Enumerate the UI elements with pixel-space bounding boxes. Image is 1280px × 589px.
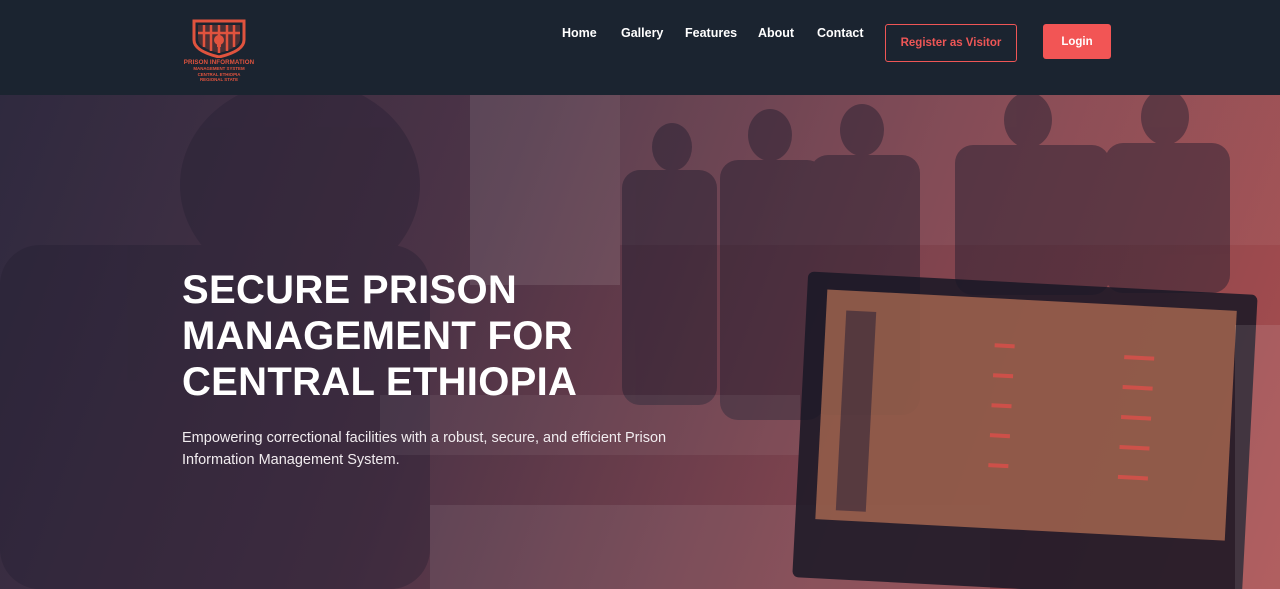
hero-title-line-2: MANAGEMENT FOR [182, 314, 573, 358]
login-button[interactable]: Login [1043, 24, 1111, 59]
hero-title-line-1: SECURE PRISON [182, 268, 518, 312]
nav-about-link[interactable]: About [758, 26, 794, 40]
prison-gate-shield-icon [192, 19, 246, 58]
site-logo[interactable]: PRISON INFORMATION MANAGEMENT SYSTEM CEN… [174, 18, 264, 83]
hero-section: SECURE PRISON MANAGEMENT FOR CENTRAL ETH… [0, 95, 1280, 589]
nav-features-link[interactable]: Features [685, 26, 737, 40]
hero-title: SECURE PRISON MANAGEMENT FOR CENTRAL ETH… [182, 267, 742, 405]
logo-line-2: MANAGEMENT SYSTEM [193, 66, 245, 72]
nav-gallery-link[interactable]: Gallery [621, 26, 663, 40]
hero-subtitle: Empowering correctional facilities with … [182, 430, 667, 468]
register-visitor-button[interactable]: Register as Visitor [885, 24, 1017, 62]
top-navbar: PRISON INFORMATION MANAGEMENT SYSTEM CEN… [0, 0, 1280, 95]
logo-line-4: REGIONAL STATE [199, 77, 239, 83]
hero-title-line-3: CENTRAL ETHIOPIA [182, 360, 578, 404]
logo-text: PRISON INFORMATION MANAGEMENT SYSTEM CEN… [174, 59, 264, 83]
nav-home-link[interactable]: Home [562, 26, 597, 40]
nav-contact-link[interactable]: Contact [817, 26, 864, 40]
